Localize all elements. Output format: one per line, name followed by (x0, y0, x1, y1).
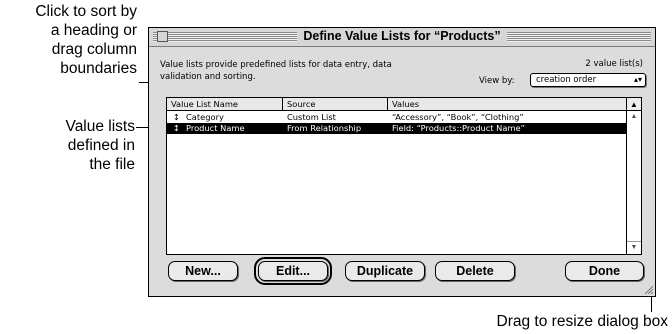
callout-line: defined in (67, 137, 135, 154)
row-move-icon[interactable]: ↕ (173, 123, 180, 134)
table-row[interactable]: ↕ Category Custom List “Accessory”, “Boo… (167, 112, 627, 123)
table-row[interactable]: ↕ Product Name From Relationship Field: … (167, 123, 627, 134)
done-button[interactable]: Done (565, 261, 644, 281)
row-source: From Relationship (287, 123, 362, 133)
sort-order-icon[interactable]: ▲ (627, 98, 641, 111)
view-by-value: creation order (536, 75, 597, 85)
callout-sort-columns: Click to sort by a heading or drag colum… (35, 2, 137, 78)
column-header-name[interactable]: Value List Name (167, 98, 283, 110)
value-list-count: 2 value list(s) (585, 59, 643, 69)
new-button[interactable]: New... (168, 261, 238, 281)
row-source: Custom List (287, 112, 336, 122)
callout-line: Value lists (65, 118, 136, 135)
column-header-values[interactable]: Values (388, 98, 627, 110)
title-bar[interactable]: Define Value Lists for “Products” (149, 28, 655, 47)
row-values: “Accessory”, “Book”, “Clothing” (392, 112, 524, 122)
delete-button[interactable]: Delete (435, 261, 515, 281)
column-header-source[interactable]: Source (283, 98, 388, 110)
popup-arrows-icon: ▴▾ (633, 75, 642, 84)
callout-line: Click to sort by (35, 3, 137, 20)
view-by-label: View by: (479, 76, 515, 86)
table-header: Value List Name Source Values (167, 98, 627, 111)
scroll-up-arrow-icon[interactable]: ▲ (627, 111, 641, 123)
dialog-title: Define Value Lists for “Products” (297, 29, 507, 43)
callout-line: boundaries (60, 60, 137, 77)
callout-resize: Drag to resize dialog box (496, 313, 668, 330)
description-text: Value lists provide predefined lists for… (160, 60, 392, 82)
value-list-table[interactable]: Value List Name Source Values ↕ Category… (166, 97, 642, 255)
row-name: Category (186, 112, 224, 122)
row-move-icon[interactable]: ↕ (173, 112, 180, 123)
callout-line: a heading or (50, 22, 137, 39)
callout-value-lists: Value lists defined in the file (66, 117, 136, 174)
title-wrap: Define Value Lists for “Products” (149, 29, 655, 43)
callout-line: drag column (51, 41, 137, 58)
row-values: Field: “Products::Product Name” (392, 123, 525, 133)
duplicate-button[interactable]: Duplicate (345, 261, 425, 281)
row-name: Product Name (186, 123, 245, 133)
define-value-lists-dialog: Define Value Lists for “Products” Value … (148, 27, 656, 297)
view-by-popup[interactable]: creation order ▴▾ (530, 73, 646, 87)
scroll-down-arrow-icon[interactable]: ▼ (627, 241, 641, 254)
resize-grip-icon[interactable] (643, 284, 653, 294)
edit-button[interactable]: Edit... (254, 257, 332, 285)
callout-line: the file (89, 156, 135, 173)
vertical-scrollbar[interactable]: ▲ ▲ ▼ (626, 98, 641, 254)
